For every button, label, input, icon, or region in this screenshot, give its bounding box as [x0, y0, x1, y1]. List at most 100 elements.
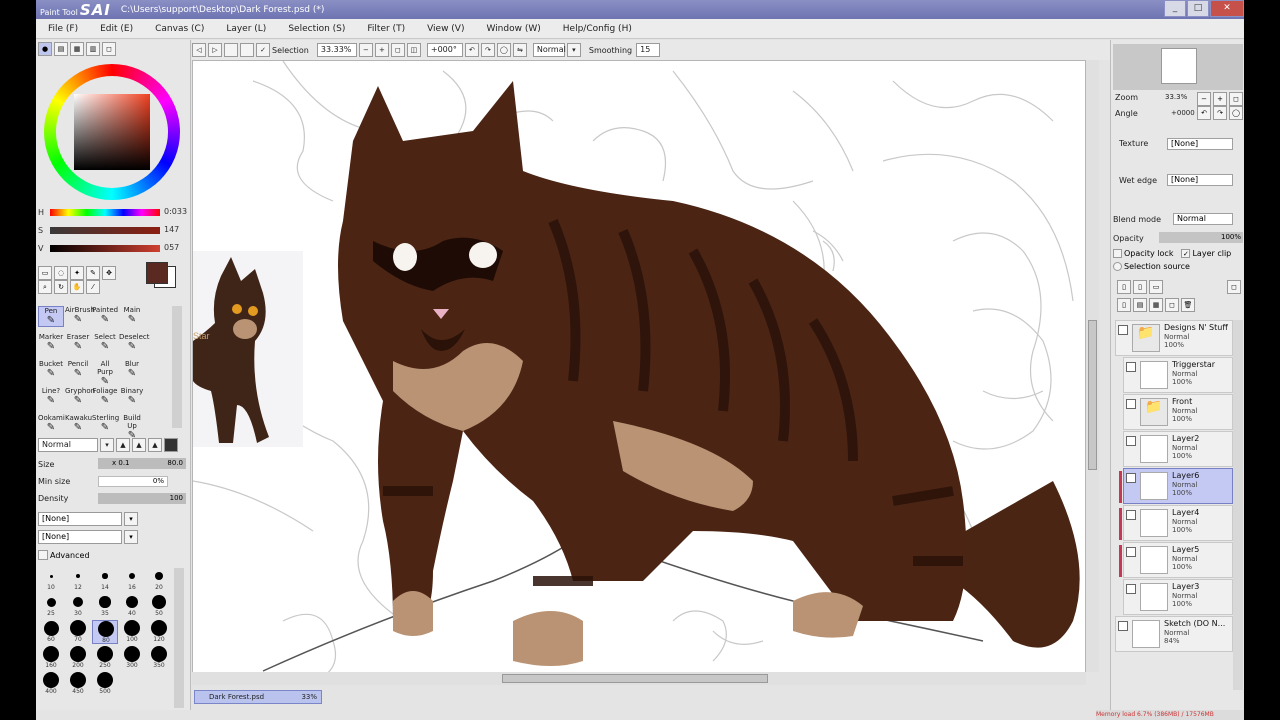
hue-slider[interactable] — [50, 209, 160, 216]
brush-size-preset[interactable]: 100 — [119, 620, 145, 644]
new-linework-layer-icon[interactable]: ▯ — [1133, 280, 1147, 294]
layer-item[interactable]: Layer6 Normal 100% — [1119, 468, 1233, 504]
vertical-scroll-thumb[interactable] — [1088, 320, 1097, 470]
brush-slot-12[interactable]: All Purp ✎ — [92, 360, 118, 387]
hsv-slider-tab-icon[interactable]: ▦ — [70, 42, 84, 56]
merge-down-icon[interactable]: ▤ — [1133, 298, 1147, 312]
brush-slot-13[interactable]: Blur ✎ — [119, 360, 145, 379]
brush-size-preset[interactable]: 400 — [38, 672, 64, 696]
visibility-icon[interactable] — [1126, 473, 1136, 483]
brush-size-preset[interactable]: 200 — [65, 646, 91, 670]
redo-icon[interactable]: ▷ — [208, 43, 222, 57]
layer-list-scrollbar[interactable] — [1233, 320, 1243, 690]
brush-size-preset[interactable]: 14 — [92, 568, 118, 592]
angle-field[interactable]: +000° — [426, 43, 463, 57]
tip-shape-3-icon[interactable]: ▲ — [148, 438, 162, 452]
deselect-icon[interactable] — [224, 43, 238, 57]
zoom-out-icon[interactable]: − — [358, 43, 373, 57]
menu-filter[interactable]: Filter (T) — [367, 24, 405, 34]
menu-help[interactable]: Help/Config (H) — [563, 24, 632, 34]
layer-item[interactable]: Layer5 Normal 100% — [1119, 542, 1233, 578]
layer-clip-checkbox[interactable]: ✓ — [1181, 249, 1191, 258]
min-size-slider[interactable]: 0% — [98, 476, 168, 487]
menu-layer[interactable]: Layer (L) — [226, 24, 266, 34]
color-picker-icon[interactable]: ⁄ — [86, 280, 100, 294]
tip-shape-1-icon[interactable]: ▲ — [116, 438, 130, 452]
brush-size-preset[interactable]: 250 — [92, 646, 118, 670]
brush-size-preset[interactable]: 160 — [38, 646, 64, 670]
drawing-canvas[interactable]: Star — [192, 60, 1086, 684]
new-folder-icon[interactable]: ▭ — [1149, 280, 1163, 294]
bristle-shape-field[interactable]: [None] — [38, 512, 122, 526]
layer-item[interactable]: Sketch (DO N... Normal 84% — [1115, 616, 1233, 652]
brush-slot-8[interactable]: Deselect ✎ — [119, 333, 150, 352]
hand-icon[interactable]: ✋ — [70, 280, 84, 294]
stabilizer-mode-field[interactable]: Normal — [532, 43, 566, 57]
selection-source-checkbox[interactable] — [1113, 262, 1122, 271]
swatches-tab-icon[interactable]: ▥ — [86, 42, 100, 56]
nav-rotate-reset-icon[interactable]: ◯ — [1229, 106, 1243, 120]
rotate-icon[interactable]: ↻ — [54, 280, 68, 294]
clear-layer-icon[interactable]: ◻ — [1165, 298, 1179, 312]
visibility-icon[interactable] — [1126, 362, 1136, 372]
brush-grid-scrollbar[interactable] — [172, 306, 182, 428]
scratchpad-tab-icon[interactable]: ◻ — [102, 42, 116, 56]
rgb-slider-tab-icon[interactable]: ▤ — [54, 42, 68, 56]
visibility-icon[interactable] — [1126, 399, 1136, 409]
merge-layer-icon[interactable]: ▦ — [1149, 298, 1163, 312]
brush-size-preset[interactable]: 25 — [38, 594, 64, 618]
brush-slot-16[interactable]: Gryphon ✎ — [65, 387, 95, 406]
layer-item[interactable]: Layer2 Normal 100% — [1123, 431, 1233, 467]
texture-dropdown-icon[interactable]: ▾ — [124, 530, 138, 544]
rotate-reset-icon[interactable]: ◯ — [496, 43, 511, 57]
maximize-button[interactable]: □ — [1187, 0, 1209, 17]
brush-size-preset[interactable]: 40 — [119, 594, 145, 618]
brush-size-preset[interactable]: 10 — [38, 568, 64, 592]
selection-checkbox[interactable]: ✓ — [256, 43, 270, 57]
brush-size-preset[interactable]: 20 — [146, 568, 172, 592]
visibility-icon[interactable] — [1126, 510, 1136, 520]
bristle-dropdown-icon[interactable]: ▾ — [124, 512, 138, 526]
brush-slot-2[interactable]: Painted ✎ — [92, 306, 118, 325]
visibility-icon[interactable] — [1126, 584, 1136, 594]
brush-size-preset[interactable]: 30 — [65, 594, 91, 618]
undo-icon[interactable]: ◁ — [192, 43, 206, 57]
navigator-preview[interactable] — [1113, 44, 1243, 90]
canvas-vertical-scrollbar[interactable] — [1086, 60, 1099, 672]
layer-item[interactable]: Layer3 Normal 100% — [1123, 579, 1233, 615]
menu-canvas[interactable]: Canvas (C) — [155, 24, 204, 34]
brush-slot-10[interactable]: Bucket ✎ — [38, 360, 64, 379]
brush-slot-23[interactable]: Build Up ✎ — [119, 414, 145, 441]
menu-view[interactable]: View (V) — [427, 24, 464, 34]
visibility-icon[interactable] — [1118, 621, 1128, 631]
tip-shape-4-icon[interactable] — [164, 438, 178, 452]
zoom-in-icon[interactable]: + — [374, 43, 389, 57]
layer-item[interactable]: Layer4 Normal 100% — [1119, 505, 1233, 541]
menu-edit[interactable]: Edit (E) — [100, 24, 133, 34]
texture-field[interactable]: [None] — [1167, 138, 1233, 150]
brush-size-preset[interactable]: 300 — [119, 646, 145, 670]
brush-slot-21[interactable]: Kawaku ✎ — [65, 414, 92, 433]
brush-slot-22[interactable]: Sterling ✎ — [92, 414, 119, 433]
mode-dropdown-icon[interactable]: ▾ — [566, 43, 581, 57]
flip-icon[interactable]: ⇋ — [512, 43, 527, 57]
zoom-reset-icon[interactable]: ◻ — [390, 43, 405, 57]
brush-size-preset[interactable]: 120 — [146, 620, 172, 644]
brush-slot-3[interactable]: Main ✎ — [119, 306, 145, 325]
brush-size-preset[interactable]: 70 — [65, 620, 91, 644]
visibility-icon[interactable] — [1118, 325, 1128, 335]
rotate-right-icon[interactable]: ↷ — [480, 43, 495, 57]
brush-size-preset[interactable]: 450 — [65, 672, 91, 696]
density-slider[interactable]: 100 — [98, 493, 186, 504]
delete-layer-icon[interactable]: 🗑 — [1181, 298, 1195, 312]
nav-rotate-right-icon[interactable]: ↷ — [1213, 106, 1227, 120]
brush-slot-11[interactable]: Pencil ✎ — [65, 360, 91, 379]
document-tab[interactable]: Dark Forest.psd 33% — [194, 690, 322, 704]
wet-edge-field[interactable]: [None] — [1167, 174, 1233, 186]
blend-dropdown-icon[interactable]: ▾ — [100, 438, 114, 452]
brush-slot-0[interactable]: Pen ✎ — [38, 306, 64, 327]
brush-size-preset[interactable]: 60 — [38, 620, 64, 644]
zoom-icon[interactable]: ⌕ — [38, 280, 52, 294]
rect-select-icon[interactable]: ▭ — [38, 266, 52, 280]
opacity-lock-checkbox[interactable] — [1113, 249, 1122, 258]
